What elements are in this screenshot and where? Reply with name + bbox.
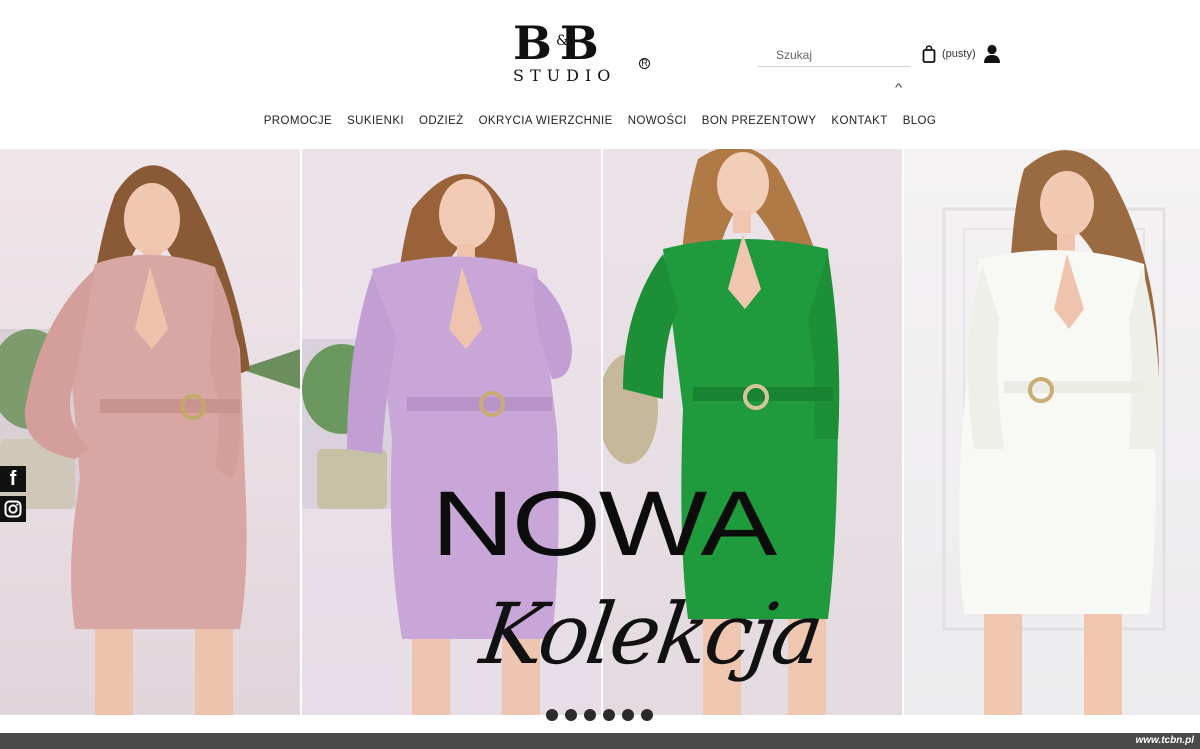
logo-studio: STUDIO bbox=[513, 66, 617, 85]
hero-photo-white-dress bbox=[904, 149, 1200, 715]
chevron-up-icon[interactable]: ^ bbox=[895, 82, 902, 94]
main-navigation: PROMOCJE SUKIENKI ODZIEŻ OKRYCIA WIERZCH… bbox=[0, 112, 1200, 132]
nav-item-promocje[interactable]: PROMOCJE bbox=[256, 112, 339, 132]
hero-script-text: Kolekcja bbox=[475, 585, 827, 683]
nav-item-bon-prezentowy[interactable]: BON PREZENTOWY bbox=[694, 112, 824, 132]
hero-headline: NOWA bbox=[431, 473, 777, 575]
logo-bb: B B bbox=[513, 16, 599, 70]
search-box bbox=[758, 44, 910, 67]
slide-dot[interactable] bbox=[565, 709, 577, 721]
logo-ampersand: & bbox=[556, 33, 569, 49]
slide-dot[interactable] bbox=[641, 709, 653, 721]
user-account-icon[interactable] bbox=[983, 44, 1001, 64]
instagram-glyph bbox=[4, 500, 22, 518]
pink-dress-model-illustration bbox=[0, 165, 300, 715]
white-dress-model-illustration bbox=[942, 150, 1166, 715]
slide-dot[interactable] bbox=[603, 709, 615, 721]
watermark-text: www.tcbn.pl bbox=[1135, 735, 1194, 746]
nav-item-sukienki[interactable]: SUKIENKI bbox=[340, 112, 412, 132]
registered-mark: R bbox=[639, 58, 650, 69]
slide-dot[interactable] bbox=[584, 709, 596, 721]
nav-item-odziez[interactable]: ODZIEŻ bbox=[412, 112, 472, 132]
nav-item-kontakt[interactable]: KONTAKT bbox=[824, 112, 895, 132]
nav-item-blog[interactable]: BLOG bbox=[895, 112, 944, 132]
hero-photo-pink-dress bbox=[0, 149, 300, 715]
nav-item-okrycia-wierzchnie[interactable]: OKRYCIA WIERZCHNIE bbox=[471, 112, 620, 132]
slide-dot[interactable] bbox=[622, 709, 634, 721]
slider-pagination bbox=[546, 709, 653, 721]
cart-status: (pusty) bbox=[942, 48, 976, 60]
cart-button[interactable]: (pusty) bbox=[922, 45, 976, 63]
search-input[interactable] bbox=[758, 44, 910, 66]
nav-item-nowosci[interactable]: NOWOŚCI bbox=[620, 112, 694, 132]
slide-dot[interactable] bbox=[546, 709, 558, 721]
brand-logo[interactable]: B B & STUDIO R bbox=[510, 16, 655, 85]
hero-slider[interactable]: NOWA Kolekcja bbox=[0, 149, 1200, 715]
site-header: B B & STUDIO R (pusty) ^ PROMOCJE SUKIEN… bbox=[0, 0, 1200, 149]
shopping-bag-icon bbox=[922, 45, 936, 63]
facebook-icon[interactable]: f bbox=[0, 466, 26, 492]
instagram-icon[interactable] bbox=[0, 496, 26, 522]
footer-bar bbox=[0, 733, 1200, 749]
